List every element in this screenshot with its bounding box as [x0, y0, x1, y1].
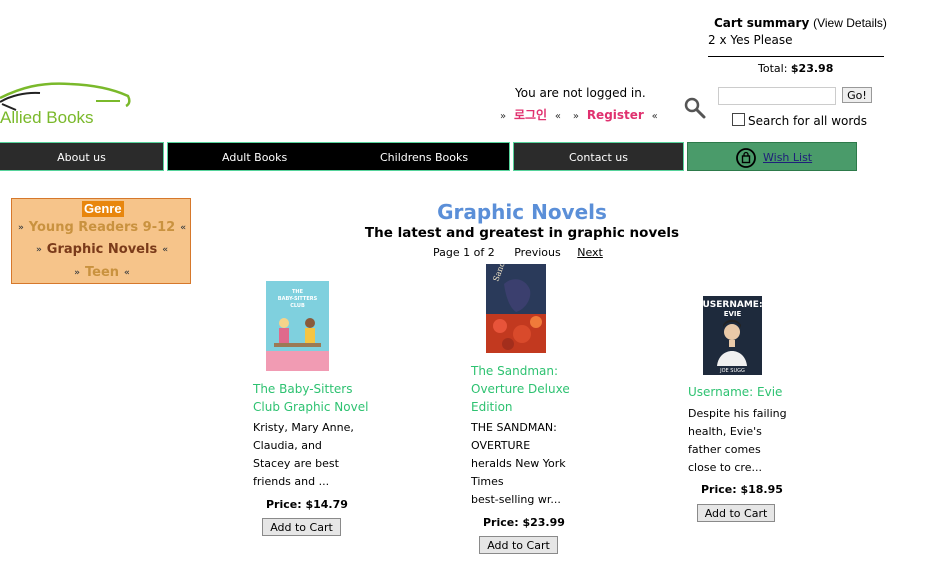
- search-go-button[interactable]: Go!: [842, 87, 872, 103]
- product-title-username-evie[interactable]: Username: Evie: [688, 383, 782, 401]
- genre-link-graphic-novels[interactable]: Graphic Novels: [47, 242, 157, 257]
- add-to-cart-button[interactable]: Add to Cart: [697, 504, 775, 522]
- genre-item-graphic-novels[interactable]: » Graphic Novels «: [12, 242, 192, 257]
- genre-link-teen[interactable]: Teen: [85, 265, 119, 280]
- product-description: Kristy, Mary Anne, Claudia, and Stacey a…: [253, 419, 354, 491]
- product-description-line: Kristy, Mary Anne,: [253, 421, 354, 434]
- product-description-line: Claudia, and: [253, 439, 322, 452]
- cart-total-label: Total:: [758, 62, 788, 75]
- nav-childrens-books[interactable]: Childrens Books: [380, 143, 468, 172]
- svg-text:THE: THE: [292, 289, 304, 295]
- product-price: Price: $18.95: [701, 483, 783, 496]
- product-title-baby-sitters-club[interactable]: The Baby-Sitters Club Graphic Novel: [253, 380, 368, 416]
- quote-open: »: [74, 268, 80, 278]
- cart-total: Total: $23.98: [758, 62, 833, 75]
- wish-list-label[interactable]: Wish List: [763, 143, 812, 172]
- product-description: THE SANDMAN: OVERTURE heralds New York T…: [471, 419, 566, 509]
- nav-wish-list[interactable]: Wish List: [687, 142, 857, 171]
- search-icon[interactable]: [684, 97, 706, 119]
- book-cover-sandman-overture[interactable]: Sandman: [486, 264, 546, 353]
- svg-text:USERNAME:: USERNAME:: [703, 300, 762, 310]
- page-title: Graphic Novels: [437, 200, 607, 224]
- svg-text:CLUB: CLUB: [290, 303, 305, 309]
- cart-title-row: Cart summary (View Details): [714, 16, 887, 30]
- product-title-line[interactable]: Edition: [471, 398, 570, 416]
- product-title-line[interactable]: Club Graphic Novel: [253, 398, 368, 416]
- cart-title: Cart summary: [714, 16, 810, 30]
- svg-text:BABY-SITTERS: BABY-SITTERS: [278, 296, 318, 302]
- product-description-line: Stacey are best: [253, 457, 339, 470]
- genre-item-teen[interactable]: » Teen «: [12, 265, 192, 280]
- shopping-bag-icon: [736, 148, 756, 168]
- product-description-line: heralds New York: [471, 457, 566, 470]
- product-description-line: health, Evie's: [688, 425, 762, 438]
- product-price: Price: $14.79: [266, 498, 348, 511]
- product-description-line: THE SANDMAN:: [471, 421, 557, 434]
- search-all-words-option[interactable]: Search for all words: [732, 113, 867, 128]
- product-title-line[interactable]: The Sandman:: [471, 362, 570, 380]
- product-description-line: friends and ...: [253, 475, 330, 488]
- quote-close: «: [554, 111, 562, 122]
- quote-close: «: [162, 245, 169, 255]
- nav-books-group: Adult Books Childrens Books: [167, 142, 510, 171]
- book-cover-username-evie[interactable]: USERNAME: EVIE JOE SUGG: [703, 296, 762, 375]
- product-description-line: Despite his failing: [688, 407, 787, 420]
- product-description-line: Times: [471, 475, 504, 488]
- product-title-line[interactable]: Overture Deluxe: [471, 380, 570, 398]
- product-description-line: OVERTURE: [471, 439, 531, 452]
- quote-open: »: [572, 111, 579, 122]
- previous-link: Previous: [514, 246, 561, 259]
- page-indicator: Page 1 of 2: [433, 246, 495, 259]
- product-price: Price: $23.99: [483, 516, 565, 529]
- quote-close: «: [124, 268, 130, 278]
- login-status: You are not logged in.: [515, 86, 646, 100]
- next-link[interactable]: Next: [577, 246, 603, 259]
- cart-divider: [708, 56, 884, 57]
- product-description-line: best-selling wr...: [471, 493, 561, 506]
- product-title-line[interactable]: The Baby-Sitters: [253, 380, 368, 398]
- search-input[interactable]: [718, 87, 836, 105]
- search-all-words-checkbox[interactable]: [732, 113, 745, 126]
- cart-line-item: 2 x Yes Please: [708, 33, 793, 47]
- page-subtitle: The latest and greatest in graphic novel…: [364, 225, 680, 241]
- register-link[interactable]: Register: [587, 108, 644, 122]
- product-title-line[interactable]: Username: Evie: [688, 383, 782, 401]
- view-details-link[interactable]: (View Details): [813, 16, 887, 30]
- add-to-cart-button[interactable]: Add to Cart: [479, 536, 558, 554]
- quote-open: »: [500, 111, 507, 122]
- nav-contact-us[interactable]: Contact us: [513, 142, 684, 171]
- quote-close: «: [651, 111, 658, 122]
- add-to-cart-button[interactable]: Add to Cart: [262, 518, 341, 536]
- cart-total-value: $23.98: [790, 62, 834, 75]
- product-description-line: father comes: [688, 443, 761, 456]
- login-links: » 로그인 « » Register «: [496, 106, 662, 123]
- nav-adult-books[interactable]: Adult Books: [222, 143, 287, 172]
- svg-text:JOE SUGG: JOE SUGG: [719, 368, 745, 374]
- product-description: Despite his failing health, Evie's fathe…: [688, 405, 787, 477]
- svg-text:EVIE: EVIE: [724, 310, 742, 318]
- quote-open: »: [35, 245, 42, 255]
- pagination: Page 1 of 2 Previous Next: [433, 246, 603, 259]
- logo-text[interactable]: Allied Books: [0, 108, 94, 128]
- login-link[interactable]: 로그인: [514, 108, 547, 122]
- nav-about-us[interactable]: About us: [0, 142, 164, 171]
- product-title-sandman[interactable]: The Sandman: Overture Deluxe Edition: [471, 362, 570, 416]
- product-description-line: close to cre...: [688, 461, 762, 474]
- search-all-words-label: Search for all words: [748, 114, 867, 128]
- book-cover-baby-sitters-club[interactable]: THE BABY-SITTERS CLUB: [266, 281, 329, 371]
